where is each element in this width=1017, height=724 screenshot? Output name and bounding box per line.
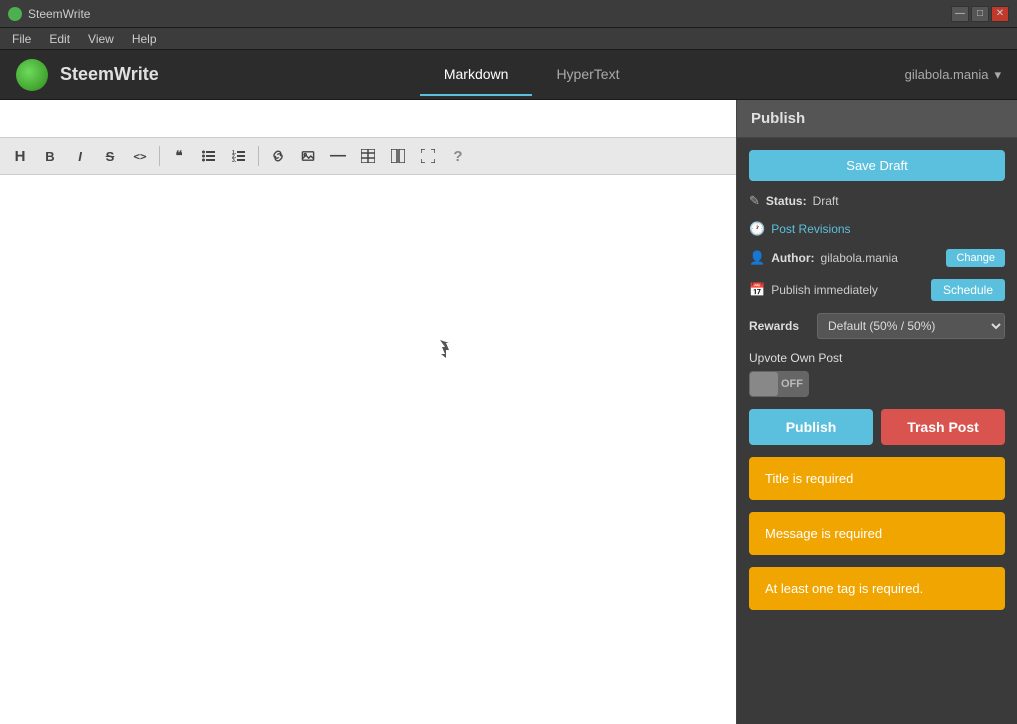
sidebar-content: Save Draft ✎ Status: Draft 🕐 Post Revisi… [737, 138, 1017, 622]
menu-help[interactable]: Help [124, 30, 165, 48]
schedule-button[interactable]: Schedule [931, 279, 1005, 301]
toolbar-sep-1 [159, 146, 160, 166]
status-icon: ✎ [749, 193, 760, 209]
chevron-down-icon: ▾ [994, 67, 1001, 83]
upvote-label: Upvote Own Post [749, 351, 1005, 365]
status-label: Status: [766, 194, 807, 208]
toolbar-fullscreen-button[interactable] [414, 142, 442, 170]
app-icon [8, 7, 22, 21]
author-label: Author: [771, 251, 814, 265]
message-required-alert: Message is required [749, 512, 1005, 555]
rewards-select[interactable]: Default (50% / 50%) [817, 313, 1005, 339]
sidebar-panel: Publish Save Draft ✎ Status: Draft 🕐 Pos… [737, 100, 1017, 724]
app-header: SteemWrite Markdown HyperText gilabola.m… [0, 50, 1017, 100]
editor-panel: H B I S <> ❝ 1.2.3. — [0, 100, 737, 724]
publish-button[interactable]: Publish [749, 409, 873, 445]
editor-body[interactable] [0, 175, 736, 724]
tag-required-alert: At least one tag is required. [749, 567, 1005, 610]
publish-schedule-row: 📅 Publish immediately Schedule [749, 279, 1005, 301]
app-title-bar-name: SteemWrite [28, 7, 90, 21]
title-required-alert: Title is required [749, 457, 1005, 500]
toggle-container[interactable]: OFF [749, 371, 1005, 397]
close-button[interactable]: ✕ [991, 6, 1009, 22]
author-value: gilabola.mania [821, 251, 898, 265]
app-name: SteemWrite [60, 64, 159, 85]
minimize-button[interactable]: — [951, 6, 969, 22]
menu-edit[interactable]: Edit [41, 30, 78, 48]
tab-markdown[interactable]: Markdown [420, 54, 533, 96]
editor-toolbar: H B I S <> ❝ 1.2.3. — [0, 138, 736, 175]
save-draft-button[interactable]: Save Draft [749, 150, 1005, 181]
app-logo [16, 59, 48, 91]
toolbar-code-button[interactable]: <> [126, 142, 154, 170]
app-tabs: Markdown HyperText [420, 54, 644, 96]
maximize-button[interactable]: □ [971, 6, 989, 22]
action-buttons: Publish Trash Post [749, 409, 1005, 445]
author-icon: 👤 [749, 250, 765, 266]
rewards-label: Rewards [749, 319, 809, 333]
rewards-row: Rewards Default (50% / 50%) [749, 313, 1005, 339]
post-revisions-link[interactable]: Post Revisions [771, 222, 850, 236]
menu-file[interactable]: File [4, 30, 39, 48]
menu-view[interactable]: View [80, 30, 122, 48]
toolbar-image-button[interactable] [294, 142, 322, 170]
status-value: Draft [813, 194, 839, 208]
toolbar-help-button[interactable]: ? [444, 142, 472, 170]
toolbar-bold-button[interactable]: B [36, 142, 64, 170]
revisions-icon: 🕐 [749, 221, 765, 237]
toggle-thumb [750, 372, 778, 396]
toolbar-strikethrough-button[interactable]: S [96, 142, 124, 170]
toolbar-unordered-list-button[interactable] [195, 142, 223, 170]
toolbar-hr-button[interactable]: — [324, 142, 352, 170]
toolbar-italic-button[interactable]: I [66, 142, 94, 170]
tab-hypertext[interactable]: HyperText [532, 54, 643, 96]
main-layout: H B I S <> ❝ 1.2.3. — [0, 100, 1017, 724]
toolbar-heading-button[interactable]: H [6, 142, 34, 170]
title-bar: SteemWrite — □ ✕ [0, 0, 1017, 28]
toggle-state-label: OFF [781, 378, 803, 390]
menu-bar: File Edit View Help [0, 28, 1017, 50]
publish-immediately-label: Publish immediately [771, 283, 878, 297]
trash-post-button[interactable]: Trash Post [881, 409, 1005, 445]
username: gilabola.mania [905, 67, 989, 82]
title-bar-left: SteemWrite [8, 7, 90, 21]
upvote-toggle[interactable]: OFF [749, 371, 809, 397]
status-row: ✎ Status: Draft [749, 193, 1005, 209]
toolbar-table-button[interactable] [354, 142, 382, 170]
user-menu[interactable]: gilabola.mania ▾ [905, 67, 1001, 83]
toolbar-ordered-list-button[interactable]: 1.2.3. [225, 142, 253, 170]
title-bar-controls[interactable]: — □ ✕ [951, 6, 1009, 22]
post-revisions-row: 🕐 Post Revisions [749, 221, 1005, 237]
title-input[interactable] [0, 100, 736, 138]
svg-text:3.: 3. [232, 158, 237, 163]
change-author-button[interactable]: Change [946, 249, 1005, 267]
toolbar-sep-2 [258, 146, 259, 166]
cursor-indicator [440, 340, 452, 356]
sidebar-header: Publish [737, 100, 1017, 138]
toolbar-blockquote-button[interactable]: ❝ [165, 142, 193, 170]
toolbar-link-button[interactable] [264, 142, 292, 170]
calendar-icon: 📅 [749, 282, 765, 298]
toolbar-columns-button[interactable] [384, 142, 412, 170]
upvote-section: Upvote Own Post OFF [749, 351, 1005, 397]
author-row: 👤 Author: gilabola.mania Change [749, 249, 1005, 267]
app-header-left: SteemWrite [16, 59, 159, 91]
